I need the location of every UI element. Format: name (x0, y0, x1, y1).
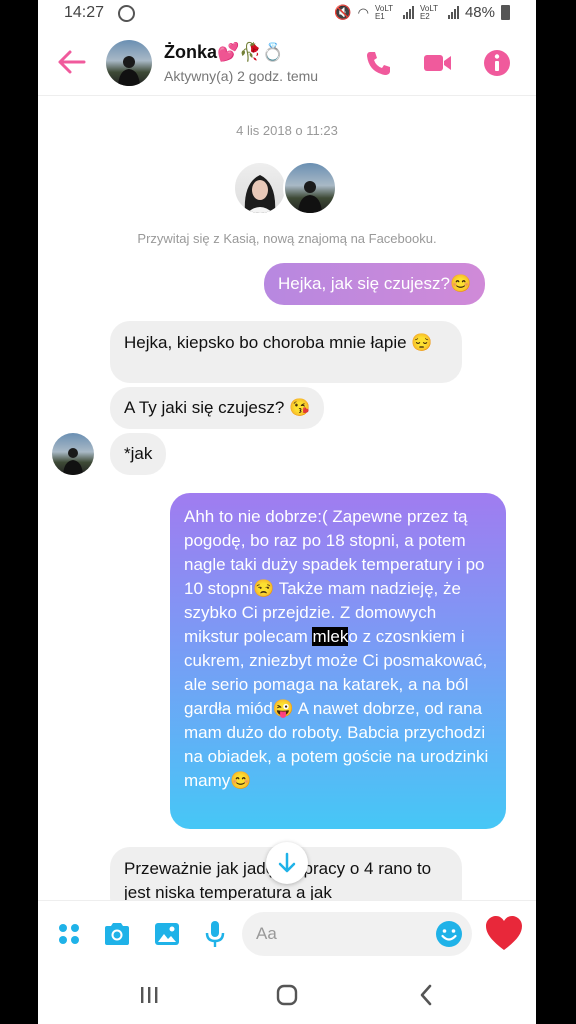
signal-2-icon (447, 6, 459, 19)
message-outgoing[interactable]: Hejka, jak się czujesz?😊 (264, 263, 486, 305)
message-composer (38, 900, 536, 966)
arrow-down-icon (278, 852, 296, 873)
message-incoming[interactable]: Hejka, kiepsko bo choroba mnie łapie 😔 (110, 321, 462, 383)
own-profile-photo[interactable] (283, 161, 337, 215)
net2-label: VoLTE2 (419, 3, 439, 21)
microphone-icon[interactable] (200, 919, 230, 949)
selected-text: mlek (312, 627, 349, 646)
message-text: Ahh to nie dobrze:( Zapewne przez tą pog… (184, 507, 485, 646)
home-icon[interactable] (272, 980, 302, 1010)
emoji-icon[interactable] (434, 919, 464, 949)
message-incoming[interactable]: A Ty jaki się czujesz? 😘 (110, 387, 325, 429)
conversation-date: 4 lis 2018 o 11:23 (236, 123, 338, 138)
back-arrow-icon[interactable] (56, 48, 86, 76)
message-outgoing[interactable]: Ahh to nie dobrze:( Zapewne przez tą pog… (170, 493, 506, 829)
contact-status: Aktywny(a) 2 godz. temu (164, 68, 319, 84)
contact-avatar[interactable] (106, 40, 152, 86)
back-icon[interactable] (412, 980, 442, 1010)
video-camera-icon[interactable] (422, 48, 452, 78)
battery-percent: 48% (464, 4, 495, 21)
phone-icon[interactable] (364, 48, 394, 78)
profile-photo-image (244, 175, 276, 213)
avatar-photo (63, 448, 83, 475)
profile-photo-image (298, 181, 322, 213)
system-navigation-bar (38, 966, 536, 1024)
conversation-header: Żonka💕🥀💍 Aktywny(a) 2 godz. temu (38, 28, 536, 96)
battery-icon (501, 5, 510, 20)
message-incoming[interactable]: *jak (110, 433, 167, 475)
heart-icon[interactable] (484, 914, 524, 954)
contact-name[interactable]: Żonka💕🥀💍 (164, 42, 284, 63)
status-right: 🔇 ◠ VoLTE1 VoLTE2 48% (334, 4, 510, 21)
scroll-to-bottom-button[interactable] (266, 842, 308, 884)
status-time: 14:27 (64, 4, 105, 21)
chat-area[interactable]: 4 lis 2018 o 11:23 Przywitaj się z Kasią… (38, 97, 536, 900)
info-icon[interactable] (482, 48, 512, 78)
signal-1-icon (402, 6, 414, 19)
camera-icon[interactable] (102, 919, 132, 949)
status-bar: 14:27 🔇 ◠ VoLTE1 VoLTE2 48% (38, 0, 536, 28)
recent-apps-icon[interactable] (134, 980, 164, 1010)
sender-avatar[interactable] (52, 433, 94, 475)
messenger-notification-icon (118, 5, 135, 22)
phone-screen: 14:27 🔇 ◠ VoLTE1 VoLTE2 48% Żonka💕🥀💍 Akt… (38, 0, 536, 1024)
net1-label: VoLTE1 (374, 3, 394, 21)
image-icon[interactable] (152, 919, 182, 949)
menu-dots-icon[interactable] (54, 919, 84, 949)
new-friend-intro: Przywitaj się z Kasią, nową znajomą na F… (137, 231, 437, 246)
avatar-photo (118, 56, 140, 86)
wifi-icon: ◠ (357, 4, 369, 20)
contact-profile-photo[interactable] (233, 161, 287, 215)
message-text: o z czosnkiem i cukrem, zniezbyt może Ci… (184, 627, 489, 790)
mute-icon: 🔇 (334, 4, 352, 20)
